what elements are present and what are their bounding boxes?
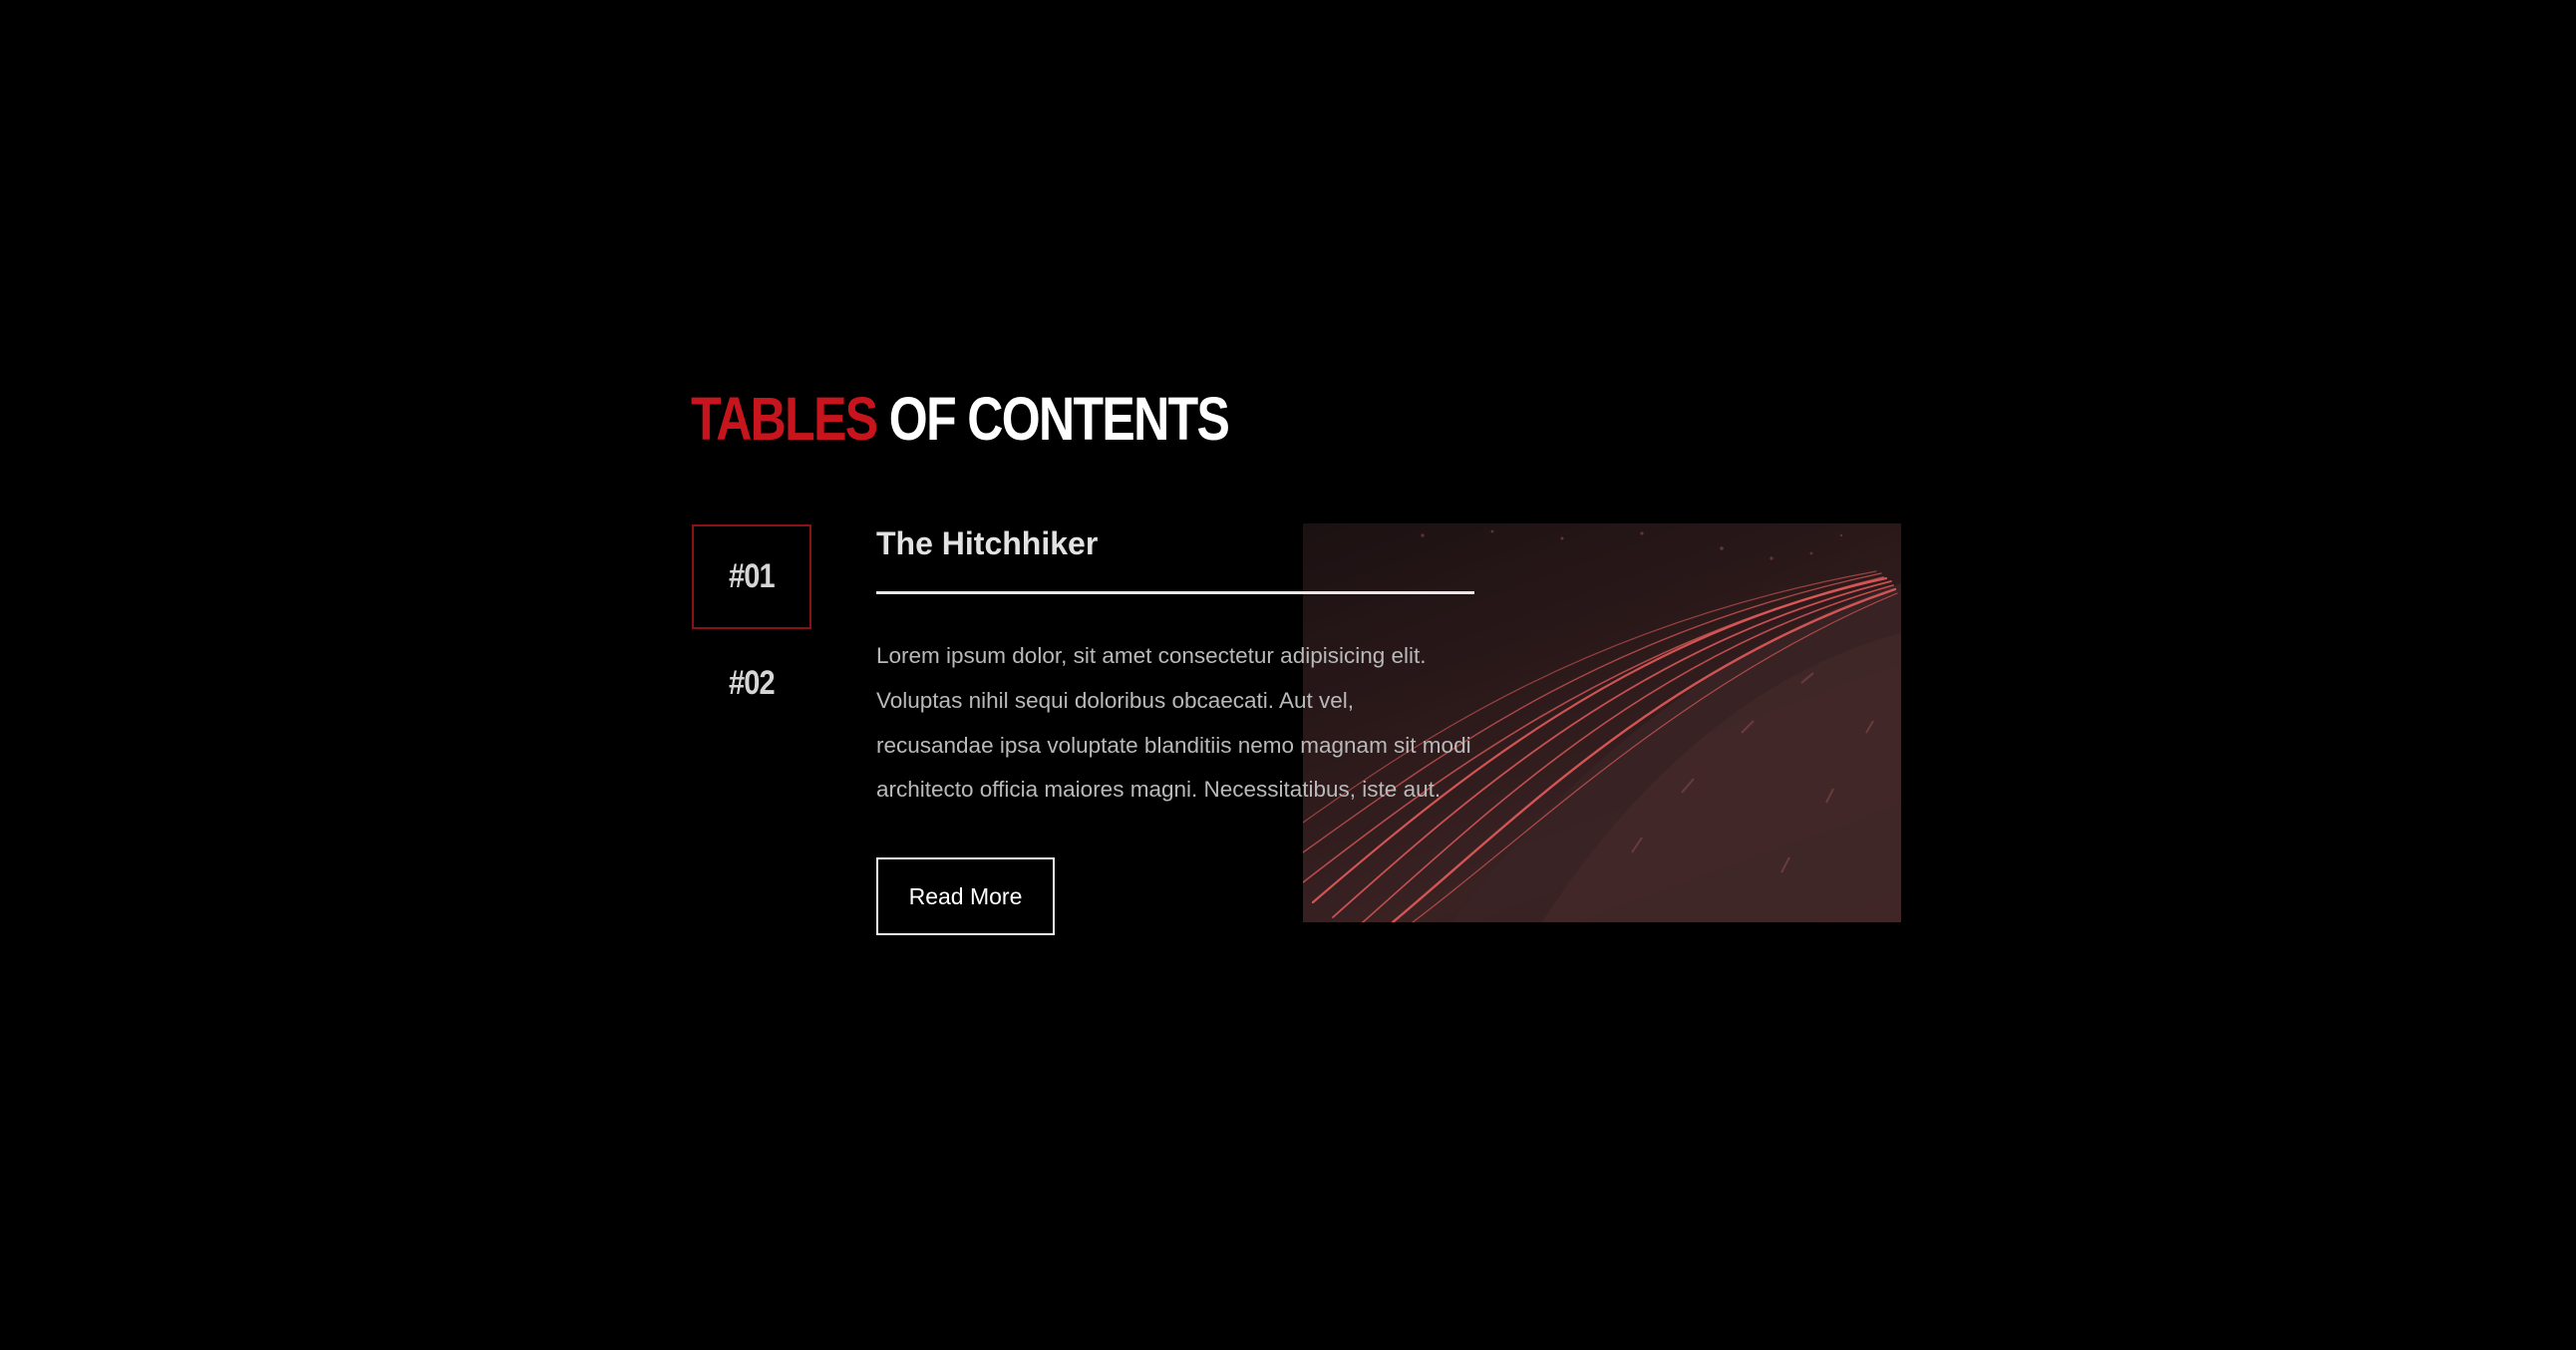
entry-body: Lorem ipsum dolor, sit amet consectetur …: [876, 643, 1471, 803]
entry-content: The Hitchhiker Lorem ipsum dolor, sit am…: [876, 518, 1474, 936]
read-more-button[interactable]: Read More: [876, 857, 1055, 936]
tab-02[interactable]: #02: [692, 631, 811, 736]
page: TABLES OF CONTENTS #01 #02 The Hitchhike…: [0, 0, 2576, 1350]
title-divider: [876, 591, 1474, 594]
tab-02-label: #02: [729, 664, 776, 702]
entry-title: The Hitchhiker: [876, 525, 1099, 561]
tab-01[interactable]: #01: [692, 524, 811, 629]
heading-rest: OF CONTENTS: [888, 385, 1230, 453]
page-heading: TABLES OF CONTENTS: [691, 379, 1230, 459]
heading-accent: TABLES: [691, 385, 878, 453]
tab-01-label: #01: [729, 557, 776, 595]
